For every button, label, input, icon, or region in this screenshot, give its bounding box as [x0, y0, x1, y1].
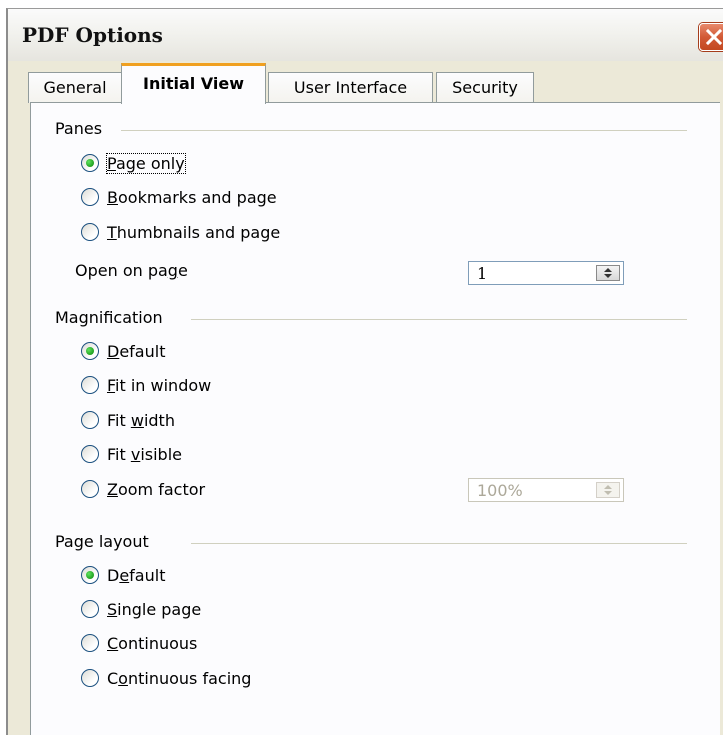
radio-single-page[interactable]: Single page — [81, 597, 201, 621]
tab-strip: General Initial View User Interface Secu… — [24, 63, 704, 104]
radio-magnification-default[interactable]: Default — [81, 339, 165, 363]
spin-up-down-button[interactable] — [596, 482, 620, 498]
spin-arrows-icon — [604, 485, 612, 495]
spin-arrows-icon — [604, 268, 612, 278]
radio-continuous[interactable]: Continuous — [81, 631, 197, 655]
radio-button[interactable] — [81, 600, 99, 618]
open-on-page-value: 1 — [477, 264, 488, 283]
tab-label: User Interface — [293, 78, 408, 97]
radio-label: Continuous facing — [107, 668, 252, 688]
spin-up-down-button[interactable] — [596, 265, 620, 281]
radio-label: Page only — [106, 152, 186, 174]
radio-button[interactable] — [81, 376, 99, 394]
tab-user-interface[interactable]: User Interface — [268, 72, 433, 103]
zoom-factor-value: 100% — [477, 481, 523, 500]
radio-button[interactable] — [81, 669, 99, 687]
radio-thumbnails-and-page[interactable]: Thumbnails and page — [81, 220, 280, 244]
page-layout-group-label: Page layout — [55, 532, 158, 551]
radio-button[interactable] — [81, 154, 99, 172]
zoom-factor-spinner[interactable]: 100% — [468, 478, 624, 502]
panes-divider — [121, 130, 687, 131]
initial-view-panel: Panes Page only Bookmarks and page Thumb… — [30, 102, 720, 735]
tab-general[interactable]: General — [28, 72, 122, 103]
panes-group-label: Panes — [55, 119, 112, 138]
tab-initial-view[interactable]: Initial View — [121, 63, 266, 104]
radio-button[interactable] — [81, 188, 99, 206]
open-on-page-label: Open on page — [75, 261, 188, 280]
window-title: PDF Options — [22, 23, 163, 47]
magnification-group-label: Magnification — [55, 308, 172, 327]
radio-button[interactable] — [81, 342, 99, 360]
radio-button[interactable] — [81, 411, 99, 429]
radio-zoom-factor[interactable]: Zoom factor — [81, 477, 205, 501]
radio-label: Continuous — [107, 633, 198, 653]
radio-label: Bookmarks and page — [107, 187, 277, 207]
close-button[interactable] — [699, 23, 723, 51]
radio-label: Single page — [107, 599, 202, 619]
close-icon — [705, 28, 723, 46]
radio-fit-width[interactable]: Fit width — [81, 408, 175, 432]
page-layout-divider — [191, 543, 687, 544]
radio-button[interactable] — [81, 223, 99, 241]
radio-continuous-facing[interactable]: Continuous facing — [81, 666, 251, 690]
open-on-page-spinner[interactable]: 1 — [468, 261, 624, 285]
radio-label: Thumbnails and page — [107, 222, 281, 242]
radio-label: Fit visible — [107, 444, 182, 464]
radio-button[interactable] — [81, 634, 99, 652]
title-bar[interactable]: PDF Options — [8, 9, 723, 61]
radio-label: Fit in window — [107, 375, 212, 395]
radio-button[interactable] — [81, 445, 99, 463]
radio-fit-in-window[interactable]: Fit in window — [81, 373, 211, 397]
radio-bookmarks-and-page[interactable]: Bookmarks and page — [81, 185, 277, 209]
radio-label: Zoom factor — [107, 479, 206, 499]
radio-page-only[interactable]: Page only — [81, 151, 186, 175]
tab-label: General — [43, 78, 107, 97]
radio-label: Default — [107, 341, 166, 361]
radio-fit-visible[interactable]: Fit visible — [81, 442, 182, 466]
magnification-divider — [191, 319, 687, 320]
tab-label: Initial View — [142, 74, 245, 93]
radio-label: Default — [107, 565, 166, 585]
radio-button[interactable] — [81, 480, 99, 498]
tab-security[interactable]: Security — [436, 72, 534, 103]
radio-button[interactable] — [81, 566, 99, 584]
tab-label: Security — [452, 78, 518, 97]
radio-label: Fit width — [107, 410, 175, 430]
radio-layout-default[interactable]: Default — [81, 563, 165, 587]
